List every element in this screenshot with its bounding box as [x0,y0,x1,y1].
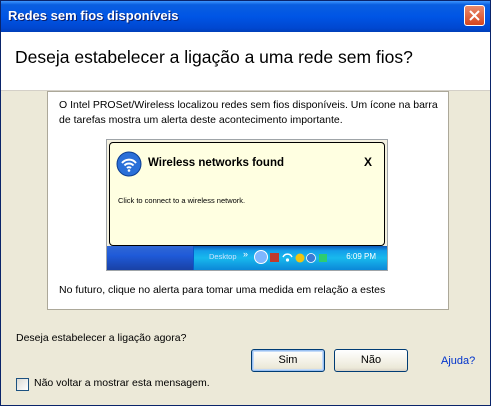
balloon-example-image: Wireless networks found X Click to conne… [106,139,388,271]
no-button[interactable]: Não [334,349,408,372]
info-box: O Intel PROSet/Wireless localizou redes … [47,91,449,310]
info-text: O Intel PROSet/Wireless localizou redes … [59,99,438,126]
taskbar-clock: 6:09 PM [346,252,376,261]
dialog-header: Deseja estabelecer a ligação a uma rede … [1,32,490,91]
help-link[interactable]: Ajuda? [441,355,475,367]
info-footer: No futuro, clique no alerta para tomar u… [59,284,386,296]
balloon-message: Click to connect to a wireless network. [118,196,246,205]
chevron-icon: » [243,249,249,259]
tray-expand-icon [254,250,268,264]
desktop-toolbar-label: Desktop [209,252,237,261]
tray-icons [270,253,327,263]
dialog-content: O Intel PROSet/Wireless localizou redes … [1,91,490,405]
balloon-title: Wireless networks found [148,157,285,169]
close-button[interactable] [464,5,485,26]
window-title: Redes sem fios disponíveis [8,8,179,23]
header-title: Deseja estabelecer a ligação a uma rede … [15,47,413,67]
dont-show-again-checkbox[interactable] [16,378,29,391]
connect-question: Deseja estabelecer a ligação agora? [16,332,187,344]
notification-balloon: Wireless networks found X Click to conne… [109,142,385,246]
close-icon [469,10,480,21]
yes-button[interactable]: Sim [251,349,325,372]
dont-show-again-label[interactable]: Não voltar a mostrar esta mensagem. [34,377,210,389]
title-bar[interactable]: Redes sem fios disponíveis [1,1,490,32]
dialog-window: Redes sem fios disponíveis Deseja estabe… [0,0,491,406]
taskbar: Desktop » 6:09 PM [107,246,387,270]
balloon-close-icon: X [363,155,372,169]
system-tray: Desktop » 6:09 PM [193,246,387,270]
wireless-network-icon [116,151,142,177]
